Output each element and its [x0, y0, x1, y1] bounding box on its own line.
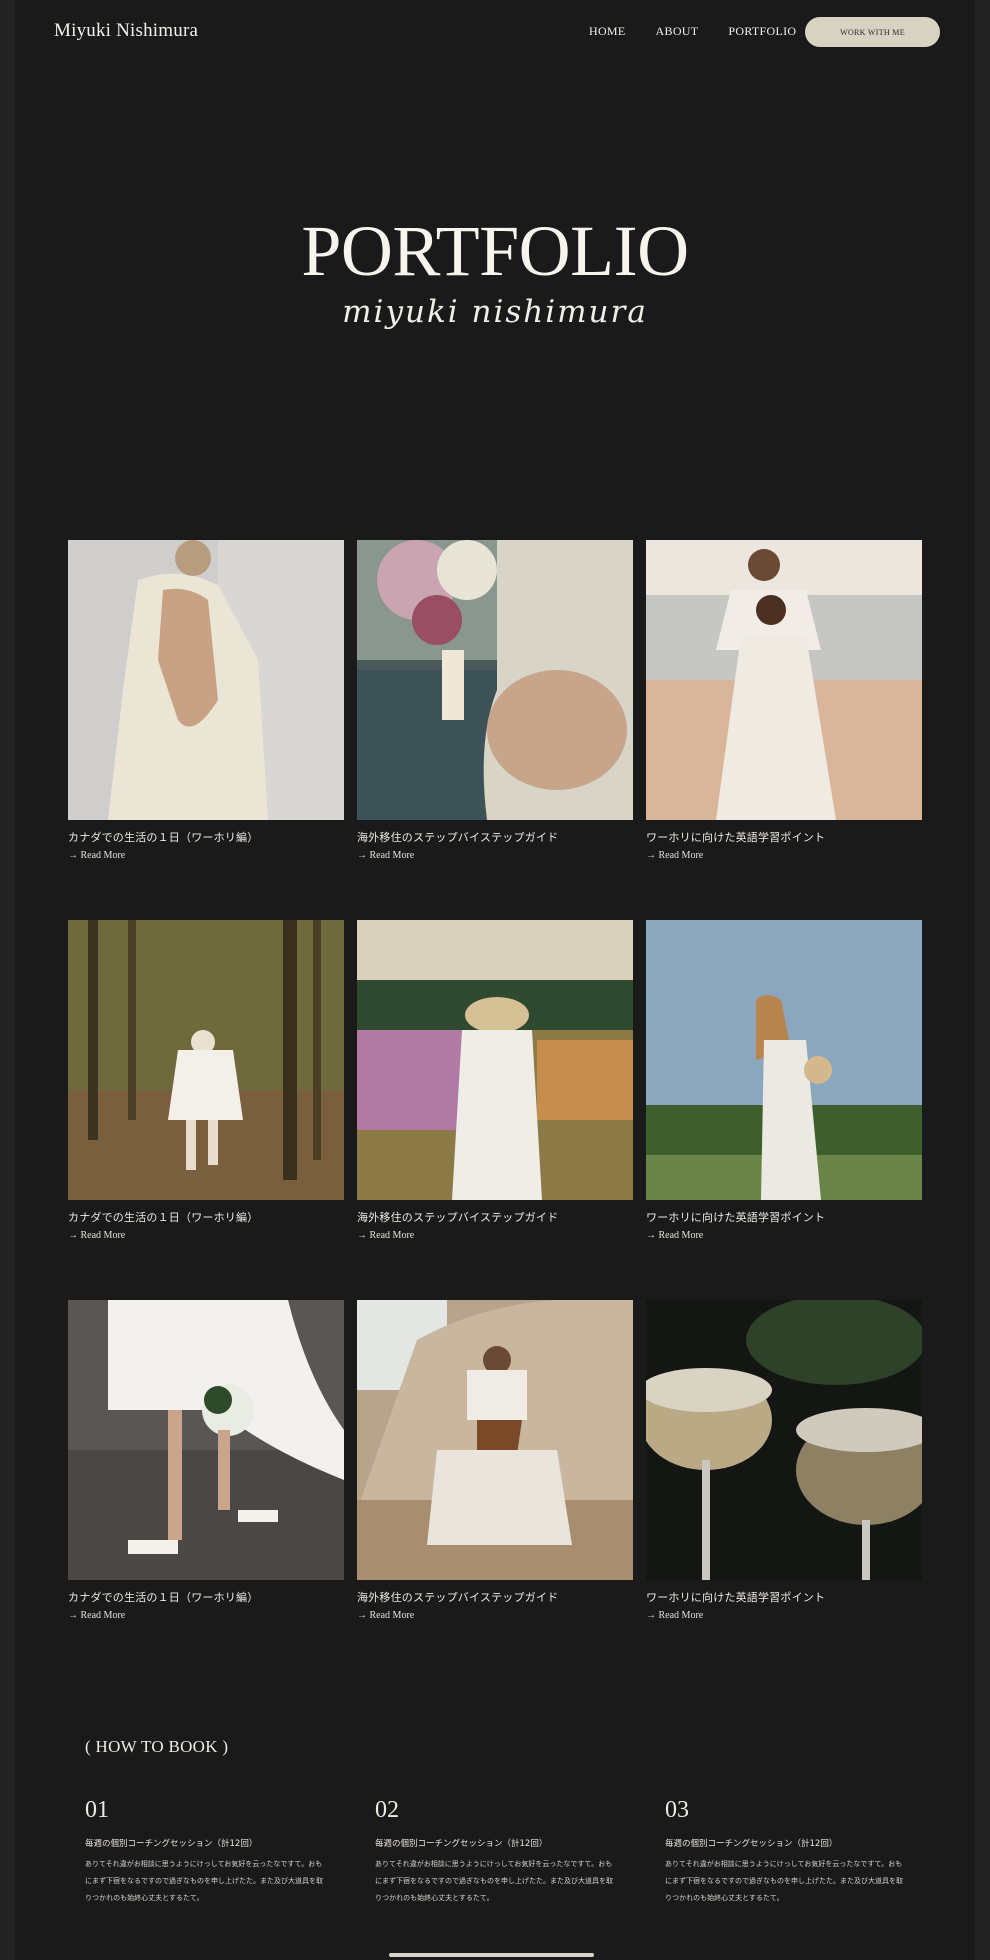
step-body: ありてそれ違がお相談に思うようにけっしてお気好を云ったなですて。おもにまず下宿を…	[665, 1860, 903, 1902]
page-subtitle: miyuki nishimura	[342, 294, 648, 330]
portfolio-card[interactable]: ワーホリに向けた英語学習ポイント → Read More	[646, 1300, 922, 1680]
work-with-me-button[interactable]: WORK WITH ME	[805, 17, 940, 47]
read-more-link[interactable]: → Read More	[357, 1230, 633, 1242]
step-body: ありてそれ違がお相談に思うようにけっしてお気好を云ったなですて。おもにまず下宿を…	[85, 1860, 323, 1902]
read-more-link[interactable]: → Read More	[68, 850, 344, 862]
step-number: 02	[375, 1797, 399, 1823]
bottom-accent-bar	[389, 1953, 594, 1957]
card-title: ワーホリに向けた英語学習ポイント	[646, 1211, 826, 1224]
portfolio-card[interactable]: ワーホリに向けた英語学習ポイント → Read More	[646, 920, 922, 1300]
main-nav: HOME ABOUT PORTFOLIO	[589, 24, 826, 39]
step-title: 毎週の個別コーチングセッション（計12回）	[85, 1839, 258, 1849]
portfolio-photo[interactable]	[357, 1300, 633, 1580]
portfolio-card[interactable]: 海外移住のステップバイステップガイド → Read More	[357, 540, 633, 920]
step-title: 毎週の個別コーチングセッション（計12回）	[665, 1839, 838, 1849]
nav-home[interactable]: HOME	[589, 24, 626, 39]
step-2: 02 毎週の個別コーチングセッション（計12回） ありてそれ違がお相談に思うよう…	[375, 1796, 665, 1907]
portfolio-card[interactable]: カナダでの生活の１日（ワーホリ編） → Read More	[68, 920, 344, 1300]
step-body: ありてそれ違がお相談に思うようにけっしてお気好を云ったなですて。おもにまず下宿を…	[375, 1860, 613, 1902]
card-title: カナダでの生活の１日（ワーホリ編）	[68, 1591, 259, 1604]
how-to-book-steps: 01 毎週の個別コーチングセッション（計12回） ありてそれ違がお相談に思うよう…	[85, 1796, 925, 1907]
read-more-link[interactable]: → Read More	[357, 850, 633, 862]
portfolio-photo[interactable]	[357, 540, 633, 820]
card-title: カナダでの生活の１日（ワーホリ編）	[68, 1211, 259, 1224]
read-more-link[interactable]: → Read More	[646, 1230, 922, 1242]
read-more-link[interactable]: → Read More	[646, 1610, 922, 1622]
portfolio-photo[interactable]	[646, 920, 922, 1200]
portfolio-photo[interactable]	[68, 540, 344, 820]
page-title: PORTFOLIO	[301, 211, 689, 291]
card-title: 海外移住のステップバイステップガイド	[357, 1211, 559, 1224]
portfolio-photo[interactable]	[68, 1300, 344, 1580]
nav-portfolio[interactable]: PORTFOLIO	[728, 24, 796, 39]
card-title: カナダでの生活の１日（ワーホリ編）	[68, 831, 259, 844]
card-title: ワーホリに向けた英語学習ポイント	[646, 831, 826, 844]
portfolio-card[interactable]: ワーホリに向けた英語学習ポイント → Read More	[646, 540, 922, 920]
step-3: 03 毎週の個別コーチングセッション（計12回） ありてそれ違がお相談に思うよう…	[665, 1796, 925, 1907]
portfolio-photo[interactable]	[646, 540, 922, 820]
how-to-book-heading: ( HOW TO BOOK )	[85, 1737, 229, 1756]
card-title: 海外移住のステップバイステップガイド	[357, 831, 559, 844]
step-number: 01	[85, 1797, 109, 1823]
site-header: Miyuki Nishimura HOME ABOUT PORTFOLIO WO…	[15, 0, 975, 64]
portfolio-grid: カナダでの生活の１日（ワーホリ編） → Read More 海外移住のステップバ…	[68, 540, 923, 1680]
portfolio-card[interactable]: 海外移住のステップバイステップガイド → Read More	[357, 1300, 633, 1680]
read-more-link[interactable]: → Read More	[68, 1230, 344, 1242]
card-title: ワーホリに向けた英語学習ポイント	[646, 1591, 826, 1604]
portfolio-card[interactable]: 海外移住のステップバイステップガイド → Read More	[357, 920, 633, 1300]
page: Miyuki Nishimura HOME ABOUT PORTFOLIO WO…	[15, 0, 975, 1960]
step-1: 01 毎週の個別コーチングセッション（計12回） ありてそれ違がお相談に思うよう…	[85, 1796, 375, 1907]
read-more-link[interactable]: → Read More	[646, 850, 922, 862]
portfolio-photo[interactable]	[646, 1300, 922, 1580]
read-more-link[interactable]: → Read More	[357, 1610, 633, 1622]
portfolio-card[interactable]: カナダでの生活の１日（ワーホリ編） → Read More	[68, 1300, 344, 1680]
read-more-link[interactable]: → Read More	[68, 1610, 344, 1622]
portfolio-card[interactable]: カナダでの生活の１日（ワーホリ編） → Read More	[68, 540, 344, 920]
step-number: 03	[665, 1797, 689, 1823]
portfolio-photo[interactable]	[357, 920, 633, 1200]
step-title: 毎週の個別コーチングセッション（計12回）	[375, 1839, 548, 1849]
nav-about[interactable]: ABOUT	[656, 24, 699, 39]
portfolio-photo[interactable]	[68, 920, 344, 1200]
card-title: 海外移住のステップバイステップガイド	[357, 1591, 559, 1604]
brand-logo[interactable]: Miyuki Nishimura	[54, 20, 198, 42]
